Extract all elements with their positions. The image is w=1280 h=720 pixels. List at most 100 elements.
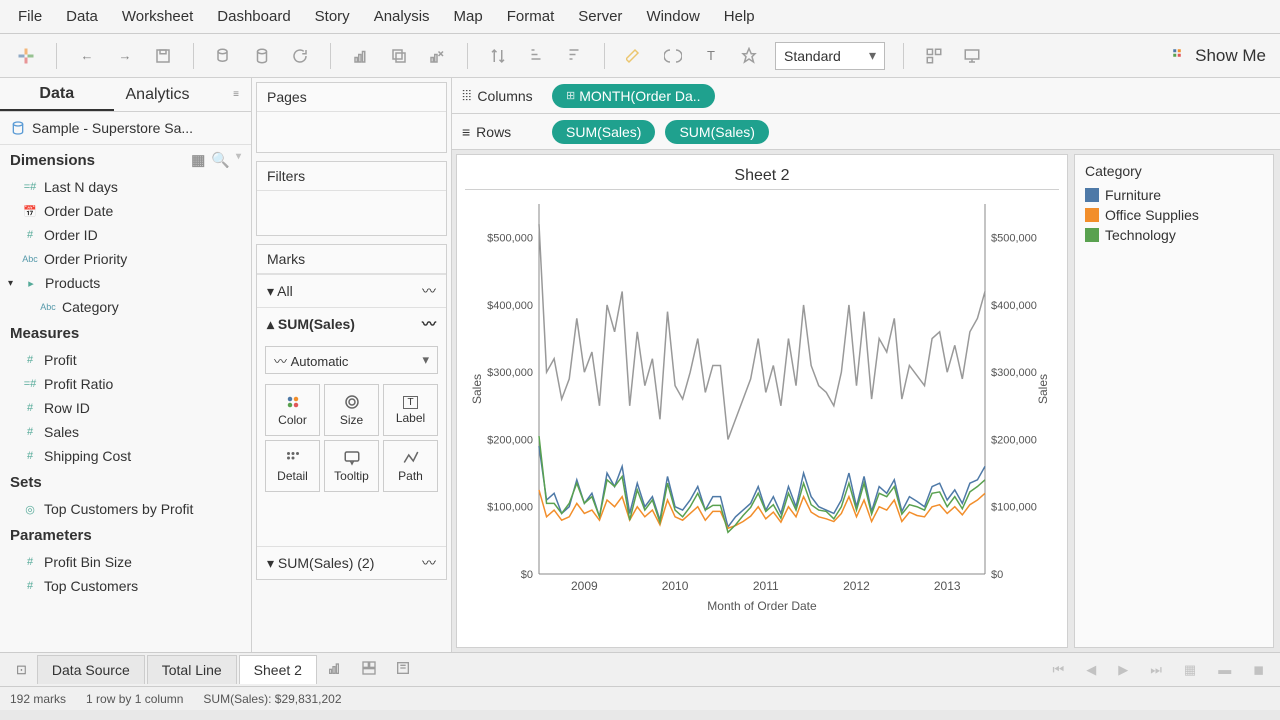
fit-dropdown[interactable]: Standard: [775, 42, 885, 70]
datasource-selector[interactable]: Sample - Superstore Sa...: [0, 112, 251, 145]
menu-map[interactable]: Map: [444, 4, 493, 29]
filmstrip-icon[interactable]: ▬: [1210, 658, 1239, 682]
measures-header: Measures: [0, 319, 251, 348]
tab-sheet-2[interactable]: Sheet 2: [239, 655, 317, 684]
field-products[interactable]: ▾▸Products: [0, 271, 251, 295]
cards-button[interactable]: [922, 44, 946, 68]
duplicate-button[interactable]: [387, 44, 411, 68]
legend-item-technology[interactable]: Technology: [1085, 225, 1263, 245]
menu-window[interactable]: Window: [636, 4, 709, 29]
chart[interactable]: Sheet 2 $0$0$100,000$100,000$200,000$200…: [456, 154, 1068, 648]
new-worksheet-button[interactable]: [349, 44, 373, 68]
sheet-sorter-icon[interactable]: ▦: [1176, 658, 1204, 682]
prev-sheet-icon[interactable]: ◀: [1078, 658, 1104, 682]
menu-help[interactable]: Help: [714, 4, 765, 29]
new-story-icon[interactable]: [387, 656, 419, 683]
pill-month-orderdate[interactable]: ⊞MONTH(Order Da..: [552, 84, 715, 108]
mark-size[interactable]: Size: [324, 384, 379, 436]
mark-tooltip[interactable]: Tooltip: [324, 440, 379, 492]
menu-worksheet[interactable]: Worksheet: [112, 4, 203, 29]
presentation-button[interactable]: [960, 44, 984, 68]
field-category[interactable]: AbcCategory: [0, 295, 251, 319]
tab-analytics[interactable]: Analytics≡: [114, 78, 252, 111]
svg-text:2012: 2012: [843, 579, 870, 593]
group-button[interactable]: [661, 44, 685, 68]
new-worksheet-icon[interactable]: [319, 656, 351, 683]
sort-asc-button[interactable]: [524, 44, 548, 68]
field-order-id[interactable]: #Order ID: [0, 223, 251, 247]
back-button[interactable]: ←: [75, 44, 99, 68]
pin-button[interactable]: [737, 44, 761, 68]
pause-updates-button[interactable]: [250, 44, 274, 68]
search-icon[interactable]: 🔍: [211, 151, 230, 169]
rows-shelf[interactable]: ≡Rows SUM(Sales) SUM(Sales): [452, 114, 1280, 150]
marks-sum2[interactable]: ▾ SUM(Sales) (2)〰: [257, 546, 446, 579]
field-top-customers-by-profit[interactable]: ◎Top Customers by Profit: [0, 497, 251, 521]
mark-type-dropdown[interactable]: 〰 Automatic: [265, 346, 438, 374]
menu-server[interactable]: Server: [568, 4, 632, 29]
field-profit-bin-size[interactable]: #Profit Bin Size: [0, 550, 251, 574]
save-button[interactable]: [151, 44, 175, 68]
tab-data-source[interactable]: Data Source: [37, 655, 145, 684]
svg-text:2010: 2010: [662, 579, 689, 593]
columns-shelf[interactable]: ⦙⦙⦙Columns ⊞MONTH(Order Da..: [452, 78, 1280, 114]
last-sheet-icon[interactable]: ⏭: [1142, 658, 1170, 682]
field-sales[interactable]: #Sales: [0, 420, 251, 444]
field-last-n-days[interactable]: =#Last N days: [0, 175, 251, 199]
clear-button[interactable]: [425, 44, 449, 68]
pill-sum-sales-1[interactable]: SUM(Sales): [552, 120, 655, 144]
line-icon: 〰: [422, 553, 436, 573]
svg-text:$500,000: $500,000: [487, 233, 533, 245]
dimensions-header: Dimensions ▦🔍▾: [0, 145, 251, 175]
menu-analysis[interactable]: Analysis: [364, 4, 440, 29]
marks-sum1[interactable]: ▴ SUM(Sales)〰: [257, 307, 446, 340]
mark-detail[interactable]: Detail: [265, 440, 320, 492]
status-marks: 192 marks: [10, 692, 66, 706]
svg-text:$200,000: $200,000: [991, 434, 1037, 446]
filters-card[interactable]: Filters: [256, 161, 447, 236]
mark-label[interactable]: TLabel: [383, 384, 438, 436]
field-row-id[interactable]: #Row ID: [0, 396, 251, 420]
view-icon[interactable]: ▦: [191, 151, 205, 169]
text-button[interactable]: T: [699, 44, 723, 68]
menu-story[interactable]: Story: [305, 4, 360, 29]
legend-item-office-supplies[interactable]: Office Supplies: [1085, 205, 1263, 225]
field-shipping-cost[interactable]: #Shipping Cost: [0, 444, 251, 468]
field-order-date[interactable]: 📅Order Date: [0, 199, 251, 223]
menu-data[interactable]: Data: [56, 4, 108, 29]
sort-desc-button[interactable]: [562, 44, 586, 68]
highlight-button[interactable]: [623, 44, 647, 68]
field-order-priority[interactable]: AbcOrder Priority: [0, 247, 251, 271]
status-layout: 1 row by 1 column: [86, 692, 183, 706]
marks-card: Marks ▾ All〰 ▴ SUM(Sales)〰 〰 Automatic C…: [256, 244, 447, 580]
next-sheet-icon[interactable]: ▶: [1110, 658, 1136, 682]
new-dashboard-icon[interactable]: [353, 656, 385, 683]
field-profit[interactable]: #Profit: [0, 348, 251, 372]
showme-button[interactable]: Show Me: [1171, 46, 1266, 66]
chart-canvas[interactable]: $0$0$100,000$100,000$200,000$200,000$300…: [465, 194, 1059, 614]
first-sheet-icon[interactable]: ⏮: [1045, 658, 1073, 682]
tabs-icon[interactable]: ◼: [1245, 658, 1272, 682]
refresh-button[interactable]: [288, 44, 312, 68]
menu-format[interactable]: Format: [497, 4, 565, 29]
field-top-customers[interactable]: #Top Customers: [0, 574, 251, 598]
menu-file[interactable]: File: [8, 4, 52, 29]
pill-sum-sales-2[interactable]: SUM(Sales): [665, 120, 768, 144]
datasource-tab-icon[interactable]: ⊡: [8, 658, 35, 682]
mark-color[interactable]: Color: [265, 384, 320, 436]
pages-card[interactable]: Pages: [256, 82, 447, 153]
mark-path[interactable]: Path: [383, 440, 438, 492]
legend-item-furniture[interactable]: Furniture: [1085, 185, 1263, 205]
columns-icon: ⦙⦙⦙: [462, 87, 471, 104]
field-profit-ratio[interactable]: =#Profit Ratio: [0, 372, 251, 396]
line-icon: 〰: [422, 281, 436, 301]
marks-all[interactable]: ▾ All〰: [257, 274, 446, 307]
menubar: File Data Worksheet Dashboard Story Anal…: [0, 0, 1280, 34]
forward-button[interactable]: →: [113, 44, 137, 68]
swap-button[interactable]: [486, 44, 510, 68]
menu-dashboard[interactable]: Dashboard: [207, 4, 300, 29]
logo-icon[interactable]: [14, 44, 38, 68]
tab-total-line[interactable]: Total Line: [147, 655, 237, 684]
tab-data[interactable]: Data: [0, 78, 114, 111]
new-datasource-button[interactable]: [212, 44, 236, 68]
